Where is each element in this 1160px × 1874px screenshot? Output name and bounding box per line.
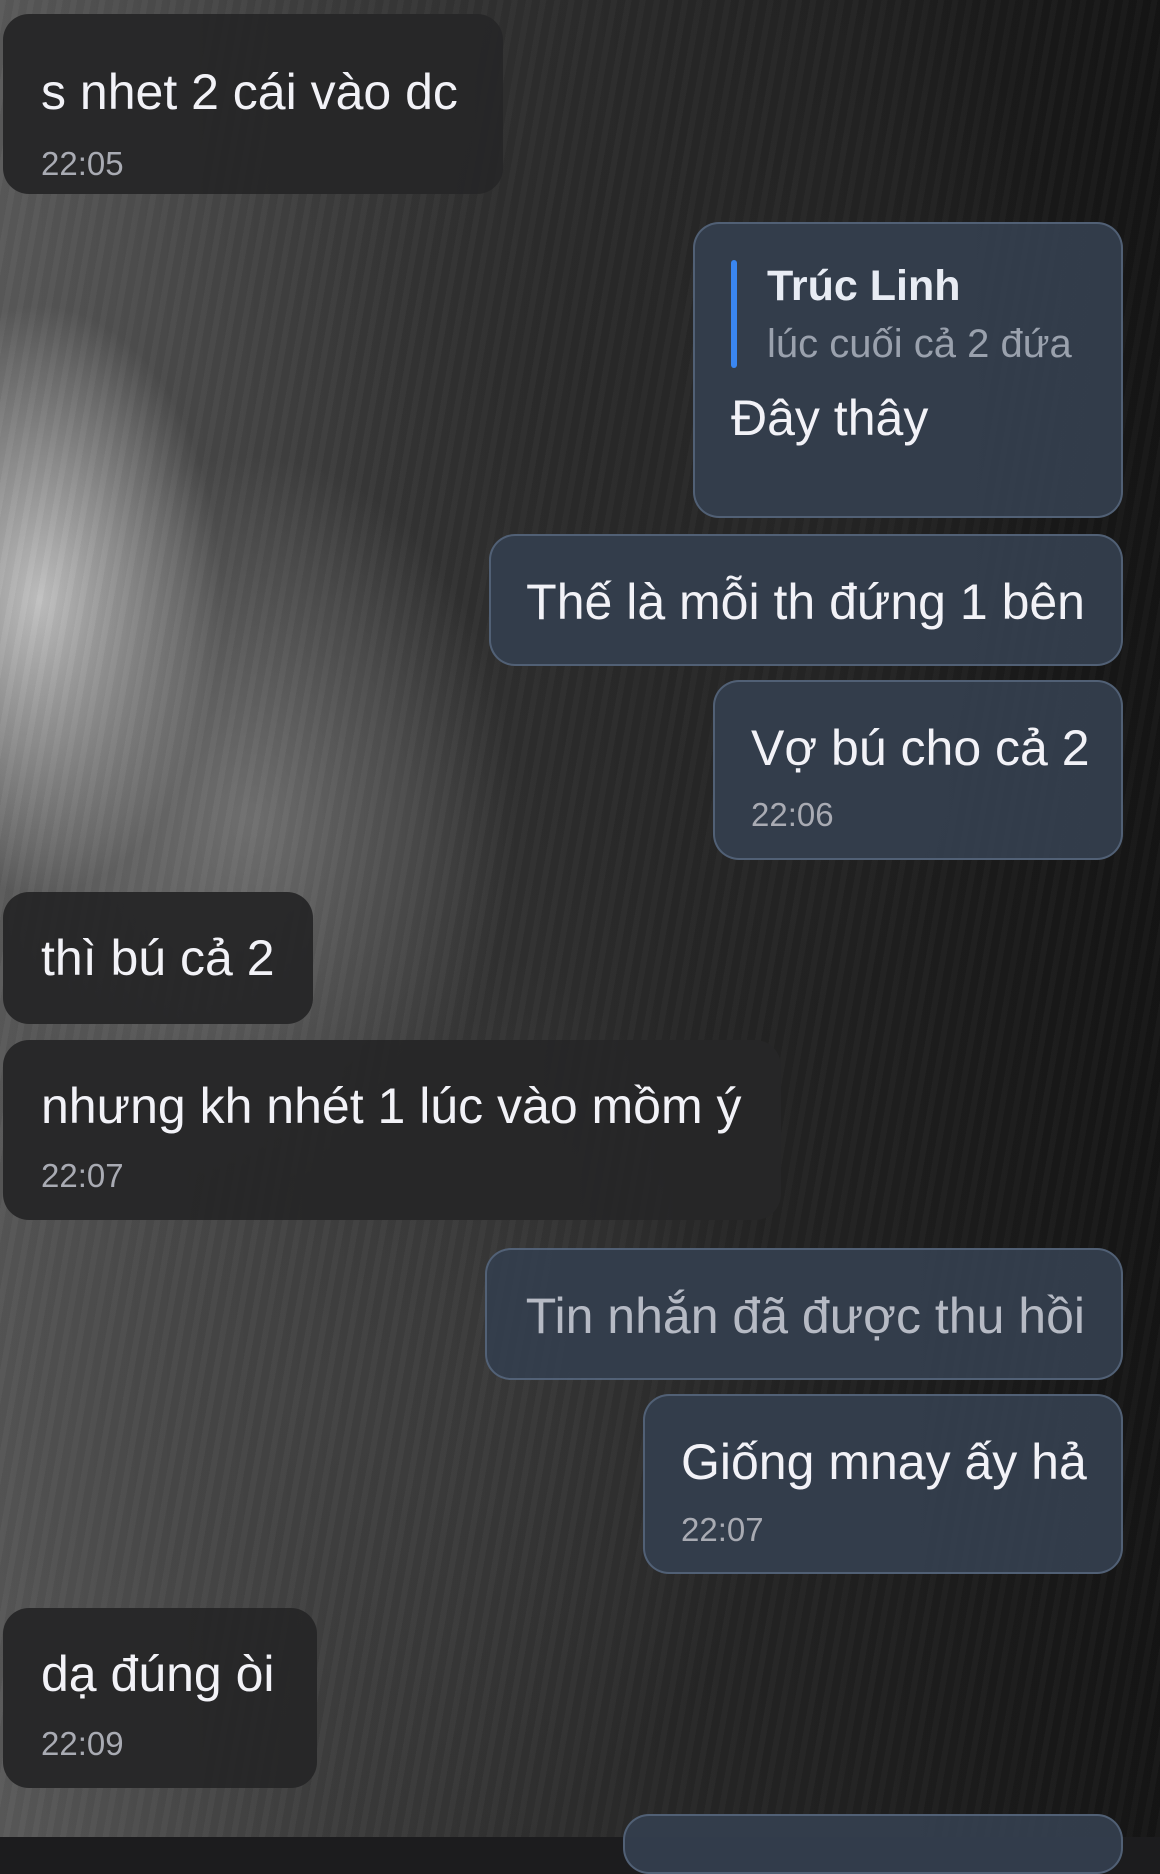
message-text: thì bú cả 2 bbox=[41, 930, 275, 986]
reply-quote-bar bbox=[731, 260, 737, 368]
message-timestamp: 22:07 bbox=[41, 1157, 124, 1194]
message-timestamp: 22:05 bbox=[41, 145, 124, 182]
message-text: Vợ bú cho cả 2 bbox=[751, 720, 1090, 776]
message-outgoing-reply[interactable]: Trúc Linh lúc cuối cả 2 đứa Đây thây bbox=[693, 222, 1123, 518]
reply-quote-sender[interactable]: Trúc Linh bbox=[767, 260, 961, 312]
message-timestamp: 22:07 bbox=[681, 1511, 764, 1548]
message-recalled[interactable]: Tin nhắn đã được thu hồi bbox=[485, 1248, 1123, 1380]
message-outgoing-partial[interactable] bbox=[623, 1814, 1123, 1874]
reply-quote-text[interactable]: lúc cuối cả 2 đứa bbox=[767, 320, 1072, 368]
message-text: s nhet 2 cái vào dc bbox=[41, 64, 458, 120]
message-incoming[interactable]: thì bú cả 2 bbox=[3, 892, 313, 1024]
message-incoming[interactable]: s nhet 2 cái vào dc 22:05 bbox=[3, 14, 503, 194]
message-text: Giống mnay ấy hả bbox=[681, 1434, 1087, 1490]
message-text: Thế là mỗi th đứng 1 bên bbox=[526, 574, 1085, 630]
message-timestamp: 22:09 bbox=[41, 1725, 124, 1762]
message-text: dạ đúng òi bbox=[41, 1646, 275, 1702]
chat-messages: s nhet 2 cái vào dc 22:05 Trúc Linh lúc … bbox=[0, 0, 1160, 1874]
message-incoming[interactable]: nhưng kh nhét 1 lúc vào mồm ý 22:07 bbox=[3, 1040, 781, 1220]
message-outgoing[interactable]: Giống mnay ấy hả 22:07 bbox=[643, 1394, 1123, 1574]
message-outgoing[interactable]: Vợ bú cho cả 2 22:06 bbox=[713, 680, 1123, 860]
message-timestamp: 22:06 bbox=[751, 796, 834, 833]
message-text: Đây thây bbox=[731, 390, 929, 446]
message-text: nhưng kh nhét 1 lúc vào mồm ý bbox=[41, 1078, 742, 1134]
recalled-message-text: Tin nhắn đã được thu hồi bbox=[525, 1288, 1085, 1344]
message-outgoing[interactable]: Thế là mỗi th đứng 1 bên bbox=[489, 534, 1123, 666]
message-incoming[interactable]: dạ đúng òi 22:09 bbox=[3, 1608, 317, 1788]
